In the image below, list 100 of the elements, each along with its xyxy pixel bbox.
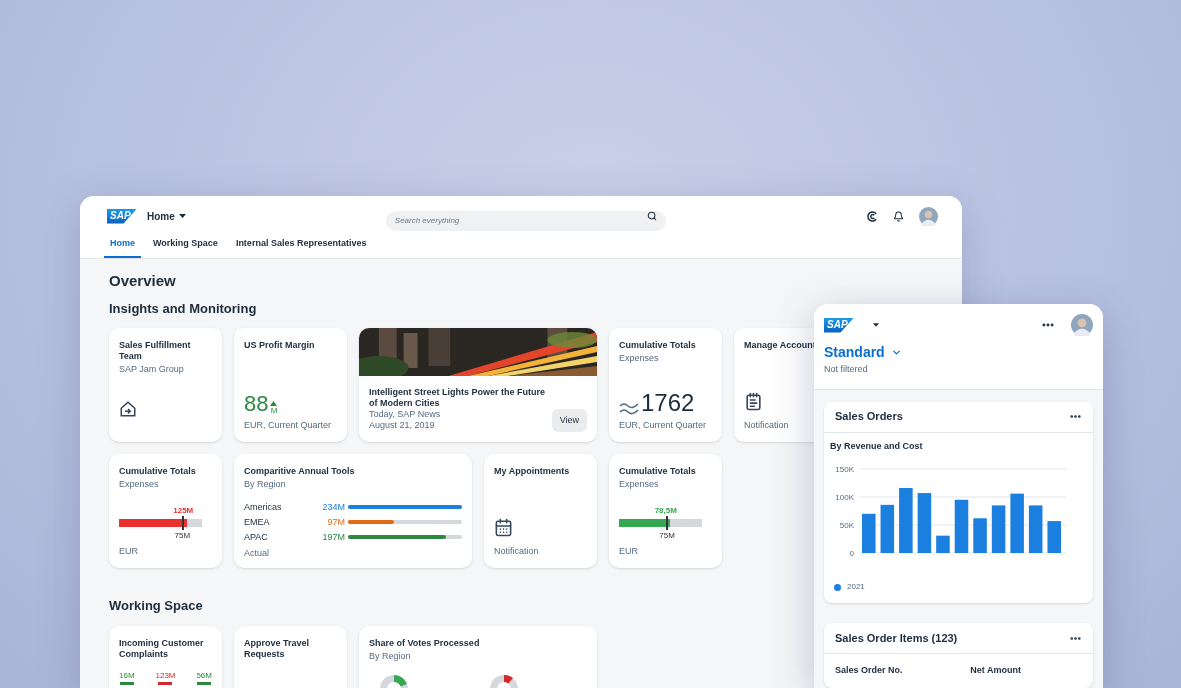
axis-tick-label: 100K [835, 493, 854, 502]
section-title: Working Space [109, 597, 204, 615]
target-marker [666, 515, 669, 530]
caret-icon [178, 214, 186, 218]
tile-card[interactable]: Comparitive Annual Tools By Region Americas 234M EMEA 97M APAC 197M Actual [234, 454, 472, 568]
tile-card[interactable]: Cumulative Totals Expenses 125M 75M EUR [109, 454, 222, 568]
card-title: Cumulative Totals [619, 466, 697, 477]
donut-chart-drawing [379, 673, 409, 688]
card-title: Sales Fulfillment Team [119, 340, 192, 362]
view-button[interactable]: View [551, 408, 587, 432]
card-footer: EUR [119, 544, 212, 558]
tile-card[interactable]: Cumulative Totals Expenses 1762 EUR, Current Quarter [609, 328, 722, 442]
filter-status: Not filtered [824, 363, 869, 376]
tile-card[interactable]: Cumulative Totals Expenses 78,5M 75M EUR [609, 454, 722, 568]
caret-icon[interactable] [873, 323, 879, 327]
kpi-unit: M [270, 405, 278, 415]
legend-label: 2021 [847, 581, 865, 593]
tile-card[interactable]: US Profit Margin 88 M EUR, Current Quarter [234, 328, 347, 442]
card-subtitle: Expenses [619, 352, 660, 364]
donut-chart-drawing [489, 673, 519, 688]
news-source: Today, SAP News [369, 409, 442, 420]
nav-tab[interactable]: Working Space [147, 232, 224, 258]
target-value: 75M [174, 529, 191, 542]
axis-tick-label: 150K [835, 465, 854, 474]
card-title: Comparitive Annual Tools [244, 466, 356, 477]
card-subtitle: Expenses [619, 478, 660, 490]
card-title: My Appointments [494, 466, 571, 477]
axis-tick-label: 0 [849, 549, 854, 558]
sap-logo: SAP [824, 317, 854, 333]
card-footer: Notification [494, 544, 587, 558]
kpi-value: 1762 [641, 390, 695, 415]
chart-bar [917, 493, 932, 553]
chart-bar [973, 518, 987, 553]
sap-logo: SAP [107, 208, 137, 224]
search-field[interactable]: Search everything [385, 210, 666, 231]
card-title: Incoming Customer Complaints [119, 637, 205, 660]
card-title: Share of Votes Processed [369, 637, 481, 649]
card-subtitle: Expenses [119, 478, 160, 490]
kpi-value: 88 [244, 392, 269, 415]
card-subtitle: SAP Jam Group [119, 363, 185, 375]
calendar-icon [494, 517, 513, 537]
region-value: 197M [321, 531, 346, 544]
tile-card[interactable]: My Appointments Notification [484, 454, 597, 568]
tile-card[interactable]: Share of Votes Processed By Region [359, 625, 597, 688]
region-value: 97M [326, 516, 346, 529]
search-icon[interactable] [646, 211, 657, 221]
actual-value: 78,5M [654, 504, 677, 517]
page-title: Overview [109, 271, 177, 291]
tile-card[interactable]: Sales Fulfillment Team SAP Jam Group [109, 328, 222, 442]
card-footer: EUR, Current Quarter [619, 418, 712, 432]
chart-bar [862, 513, 876, 553]
tile-card[interactable]: Incoming Customer Complaints 16M 123M 56M [109, 625, 222, 688]
card-title: Approve Travel Requests [244, 637, 311, 660]
variant-selector[interactable]: Standard [824, 342, 902, 363]
house-arrow-icon [119, 400, 137, 418]
card-title: Sales Orders [835, 409, 903, 425]
card-title: Cumulative Totals [619, 340, 697, 351]
chart-bar [991, 505, 1006, 553]
axis-tick-label: 50K [839, 521, 854, 530]
nav-tab[interactable]: Internal Sales Representatives [229, 232, 373, 258]
actual-value: 125M [173, 504, 194, 517]
home-menu[interactable]: Home [147, 208, 186, 224]
card-subtitle: By Region [244, 478, 287, 490]
region-label: Americas [244, 501, 283, 514]
card-footer: Notification [744, 418, 815, 432]
figure-value: 16M [119, 670, 135, 681]
assistant-icon[interactable] [867, 210, 878, 222]
figure-value: 123M [155, 670, 176, 681]
card-title: US Profit Margin [244, 340, 316, 351]
chevron-down-icon [890, 347, 902, 358]
chart-bar [1028, 505, 1043, 553]
news-title: Intelligent Street Lights Power the Future of Modern Cities [369, 387, 546, 409]
chart-bar [1010, 493, 1024, 553]
card-footer: EUR [619, 544, 712, 558]
chart-bar [936, 535, 950, 553]
chart-bar [880, 504, 895, 553]
trend-up-icon [270, 400, 278, 406]
chart-bar [899, 488, 913, 553]
region-label: EMEA [244, 516, 271, 529]
region-label: APAC [244, 531, 269, 544]
figure-value: 56M [196, 670, 212, 681]
waves-icon [619, 400, 639, 415]
news-date: August 21, 2019 [369, 420, 436, 431]
target-value: 75M [659, 529, 675, 542]
card-subtitle: By Region [369, 649, 412, 662]
notepad-icon [744, 391, 763, 411]
chart-bar [954, 499, 969, 553]
nav-tab[interactable]: Home [104, 232, 141, 258]
tile-card[interactable]: Approve Travel Requests [234, 625, 347, 688]
card-footer: EUR, Current Quarter [244, 418, 337, 432]
card-footer: Actual [244, 547, 462, 561]
column-header: Sales Order No. [835, 664, 903, 677]
bell-icon[interactable] [893, 210, 904, 222]
card-title: Cumulative Totals [119, 466, 197, 477]
section-title: Insights and Monitoring [109, 299, 258, 318]
column-header: Net Amount [970, 664, 1021, 677]
card-title: Sales Order Items (123) [835, 630, 958, 646]
target-marker [181, 515, 184, 530]
region-value: 234M [321, 501, 346, 514]
news-card[interactable]: Intelligent Street Lights Power the Future of Modern Cities Today, SAP News August 21, 2019 View [359, 328, 597, 442]
